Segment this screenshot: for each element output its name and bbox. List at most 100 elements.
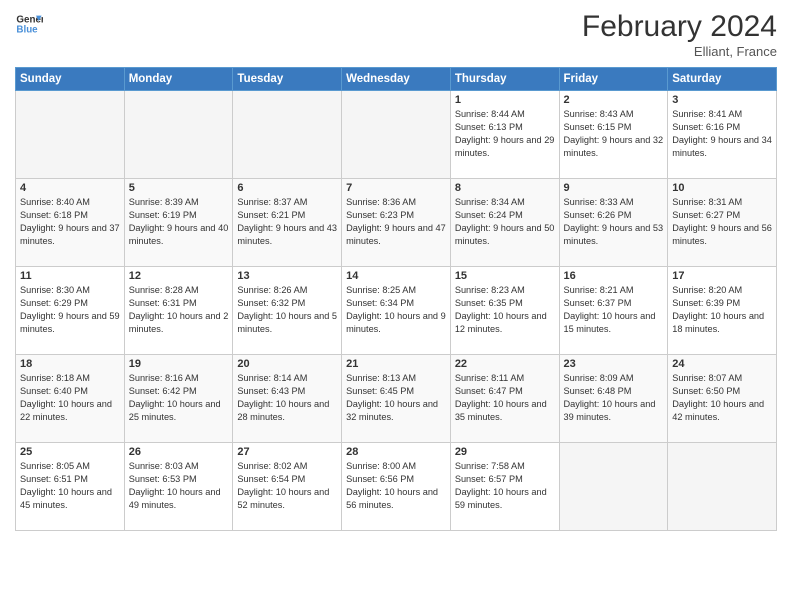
calendar-week-row: 11Sunrise: 8:30 AM Sunset: 6:29 PM Dayli…	[16, 267, 777, 355]
calendar-week-row: 1 Sunrise: 8:44 AM Sunset: 6:13 PM Daylig…	[16, 91, 777, 179]
day-header-monday: Monday	[124, 68, 233, 91]
cell-daylight-info: Sunrise: 8:03 AM Sunset: 6:53 PM Dayligh…	[129, 460, 229, 512]
day-number: 4	[20, 182, 120, 194]
calendar-week-row: 25 Sunrise: 8:05 AM Sunset: 6:51 PM Dayli…	[16, 443, 777, 531]
cell-daylight-info: Sunrise: 8:43 AM Sunset: 6:15 PM Dayligh…	[564, 108, 664, 160]
calendar-cell: 6Sunrise: 8:37 AM Sunset: 6:21 PM Daylig…	[233, 179, 342, 267]
calendar-cell: 21 Sunrise: 8:13 AM Sunset: 6:45 PM Dayli…	[342, 355, 451, 443]
cell-daylight-info: Sunrise: 8:31 AM Sunset: 6:27 PM Dayligh…	[672, 196, 772, 248]
cell-daylight-info: Sunrise: 8:21 AM Sunset: 6:37 PM Dayligh…	[564, 284, 664, 336]
cell-daylight-info: Sunrise: 8:44 AM Sunset: 6:13 PM Dayligh…	[455, 108, 555, 160]
cell-daylight-info: Sunrise: 7:58 AM Sunset: 6:57 PM Dayligh…	[455, 460, 555, 512]
calendar-cell: 26 Sunrise: 8:03 AM Sunset: 6:53 PM Dayli…	[124, 443, 233, 531]
calendar-cell	[16, 91, 125, 179]
day-number: 7	[346, 182, 446, 194]
day-number: 14	[346, 270, 446, 282]
calendar-cell	[124, 91, 233, 179]
cell-daylight-info: Sunrise: 8:02 AM Sunset: 6:54 PM Dayligh…	[237, 460, 337, 512]
calendar-cell	[668, 443, 777, 531]
calendar-cell: 28 Sunrise: 8:00 AM Sunset: 6:56 PM Dayli…	[342, 443, 451, 531]
calendar-cell: 25 Sunrise: 8:05 AM Sunset: 6:51 PM Dayli…	[16, 443, 125, 531]
day-number: 13	[237, 270, 337, 282]
day-number: 19	[129, 358, 229, 370]
day-number: 9	[564, 182, 664, 194]
logo-icon: General Blue	[15, 10, 43, 38]
calendar-cell: 5 Sunrise: 8:39 AM Sunset: 6:19 PM Daylig…	[124, 179, 233, 267]
day-number: 18	[20, 358, 120, 370]
calendar-cell: 2 Sunrise: 8:43 AM Sunset: 6:15 PM Daylig…	[559, 91, 668, 179]
title-block: February 2024 Elliant, France	[582, 10, 777, 59]
calendar-cell: 19Sunrise: 8:16 AM Sunset: 6:42 PM Dayli…	[124, 355, 233, 443]
calendar-cell: 27 Sunrise: 8:02 AM Sunset: 6:54 PM Dayli…	[233, 443, 342, 531]
day-number: 1	[455, 94, 555, 106]
day-number: 29	[455, 446, 555, 458]
calendar-header-row: SundayMondayTuesdayWednesdayThursdayFrid…	[16, 68, 777, 91]
cell-daylight-info: Sunrise: 8:34 AM Sunset: 6:24 PM Dayligh…	[455, 196, 555, 248]
cell-daylight-info: Sunrise: 8:41 AM Sunset: 6:16 PM Dayligh…	[672, 108, 772, 160]
cell-daylight-info: Sunrise: 8:39 AM Sunset: 6:19 PM Dayligh…	[129, 196, 229, 248]
day-number: 2	[564, 94, 664, 106]
calendar-cell: 24Sunrise: 8:07 AM Sunset: 6:50 PM Dayli…	[668, 355, 777, 443]
day-number: 23	[564, 358, 664, 370]
calendar-cell: 11Sunrise: 8:30 AM Sunset: 6:29 PM Dayli…	[16, 267, 125, 355]
calendar-cell: 12 Sunrise: 8:28 AM Sunset: 6:31 PM Dayli…	[124, 267, 233, 355]
calendar-cell: 9 Sunrise: 8:33 AM Sunset: 6:26 PM Daylig…	[559, 179, 668, 267]
calendar-week-row: 4Sunrise: 8:40 AM Sunset: 6:18 PM Daylig…	[16, 179, 777, 267]
cell-daylight-info: Sunrise: 8:28 AM Sunset: 6:31 PM Dayligh…	[129, 284, 229, 336]
cell-daylight-info: Sunrise: 8:14 AM Sunset: 6:43 PM Dayligh…	[237, 372, 337, 424]
calendar-cell: 16 Sunrise: 8:21 AM Sunset: 6:37 PM Dayli…	[559, 267, 668, 355]
calendar-cell: 4Sunrise: 8:40 AM Sunset: 6:18 PM Daylig…	[16, 179, 125, 267]
cell-daylight-info: Sunrise: 8:13 AM Sunset: 6:45 PM Dayligh…	[346, 372, 446, 424]
page-header: General Blue February 2024 Elliant, Fran…	[15, 10, 777, 59]
cell-daylight-info: Sunrise: 8:05 AM Sunset: 6:51 PM Dayligh…	[20, 460, 120, 512]
calendar-cell	[559, 443, 668, 531]
calendar-cell: 18 Sunrise: 8:18 AM Sunset: 6:40 PM Dayli…	[16, 355, 125, 443]
day-header-saturday: Saturday	[668, 68, 777, 91]
day-number: 22	[455, 358, 555, 370]
calendar-cell: 29 Sunrise: 7:58 AM Sunset: 6:57 PM Dayli…	[450, 443, 559, 531]
day-number: 16	[564, 270, 664, 282]
cell-daylight-info: Sunrise: 8:11 AM Sunset: 6:47 PM Dayligh…	[455, 372, 555, 424]
day-number: 8	[455, 182, 555, 194]
calendar-table: SundayMondayTuesdayWednesdayThursdayFrid…	[15, 67, 777, 531]
calendar-cell	[342, 91, 451, 179]
day-number: 25	[20, 446, 120, 458]
cell-daylight-info: Sunrise: 8:30 AM Sunset: 6:29 PM Dayligh…	[20, 284, 120, 336]
calendar-cell: 13 Sunrise: 8:26 AM Sunset: 6:32 PM Dayli…	[233, 267, 342, 355]
calendar-cell: 15 Sunrise: 8:23 AM Sunset: 6:35 PM Dayli…	[450, 267, 559, 355]
calendar-cell: 7Sunrise: 8:36 AM Sunset: 6:23 PM Daylig…	[342, 179, 451, 267]
calendar-cell: 1 Sunrise: 8:44 AM Sunset: 6:13 PM Daylig…	[450, 91, 559, 179]
calendar-body: 1 Sunrise: 8:44 AM Sunset: 6:13 PM Daylig…	[16, 91, 777, 531]
day-number: 28	[346, 446, 446, 458]
calendar-cell	[233, 91, 342, 179]
cell-daylight-info: Sunrise: 8:23 AM Sunset: 6:35 PM Dayligh…	[455, 284, 555, 336]
day-header-friday: Friday	[559, 68, 668, 91]
day-number: 15	[455, 270, 555, 282]
month-year-title: February 2024	[582, 10, 777, 44]
day-number: 6	[237, 182, 337, 194]
cell-daylight-info: Sunrise: 8:25 AM Sunset: 6:34 PM Dayligh…	[346, 284, 446, 336]
logo: General Blue	[15, 10, 43, 38]
day-number: 17	[672, 270, 772, 282]
cell-daylight-info: Sunrise: 8:18 AM Sunset: 6:40 PM Dayligh…	[20, 372, 120, 424]
cell-daylight-info: Sunrise: 8:09 AM Sunset: 6:48 PM Dayligh…	[564, 372, 664, 424]
cell-daylight-info: Sunrise: 8:00 AM Sunset: 6:56 PM Dayligh…	[346, 460, 446, 512]
calendar-cell: 17 Sunrise: 8:20 AM Sunset: 6:39 PM Dayli…	[668, 267, 777, 355]
cell-daylight-info: Sunrise: 8:20 AM Sunset: 6:39 PM Dayligh…	[672, 284, 772, 336]
day-header-wednesday: Wednesday	[342, 68, 451, 91]
day-number: 27	[237, 446, 337, 458]
cell-daylight-info: Sunrise: 8:33 AM Sunset: 6:26 PM Dayligh…	[564, 196, 664, 248]
cell-daylight-info: Sunrise: 8:26 AM Sunset: 6:32 PM Dayligh…	[237, 284, 337, 336]
calendar-week-row: 18 Sunrise: 8:18 AM Sunset: 6:40 PM Dayli…	[16, 355, 777, 443]
svg-text:Blue: Blue	[16, 24, 38, 35]
calendar-cell: 10Sunrise: 8:31 AM Sunset: 6:27 PM Dayli…	[668, 179, 777, 267]
day-number: 3	[672, 94, 772, 106]
day-number: 21	[346, 358, 446, 370]
calendar-cell: 8 Sunrise: 8:34 AM Sunset: 6:24 PM Daylig…	[450, 179, 559, 267]
day-number: 26	[129, 446, 229, 458]
day-number: 20	[237, 358, 337, 370]
day-number: 5	[129, 182, 229, 194]
calendar-cell: 20 Sunrise: 8:14 AM Sunset: 6:43 PM Dayli…	[233, 355, 342, 443]
cell-daylight-info: Sunrise: 8:07 AM Sunset: 6:50 PM Dayligh…	[672, 372, 772, 424]
day-number: 12	[129, 270, 229, 282]
